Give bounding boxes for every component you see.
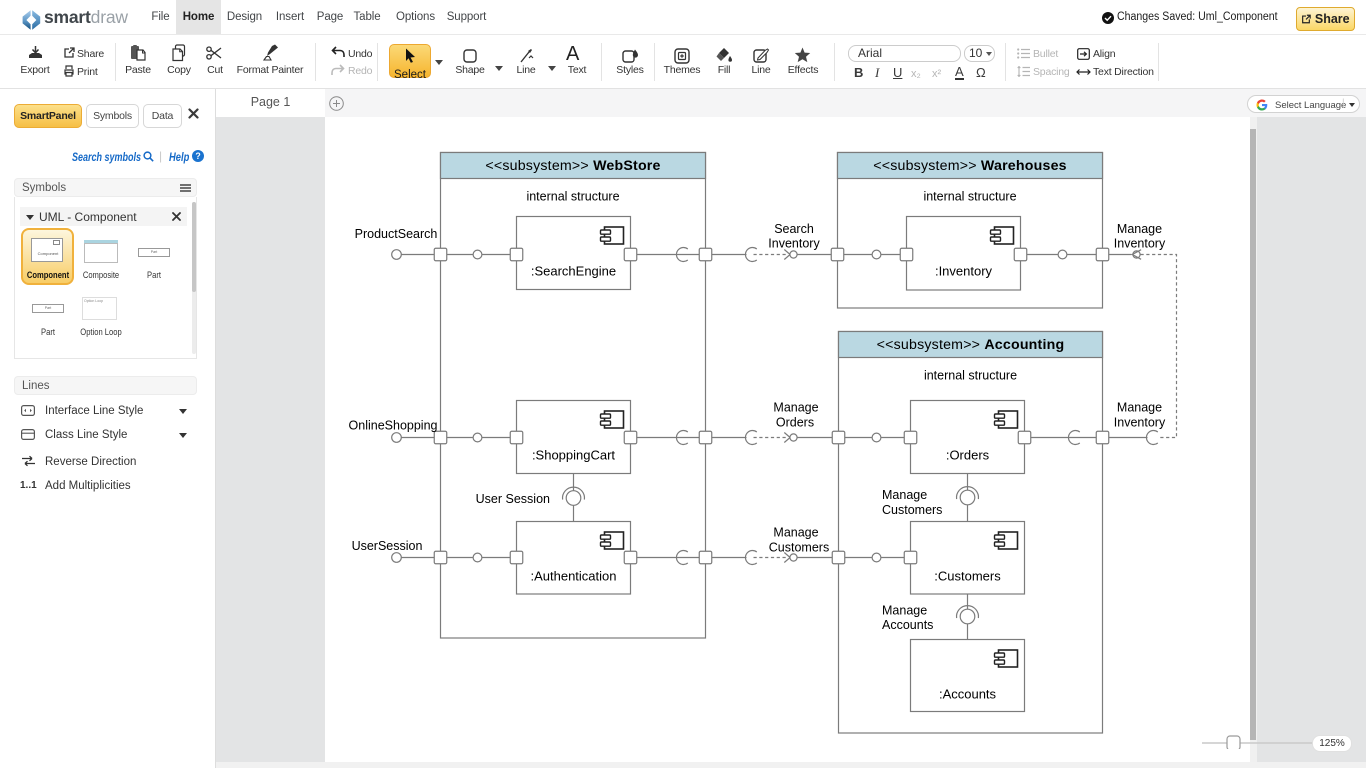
svg-text:UserSession: UserSession	[352, 539, 423, 553]
svg-text:OnlineShopping: OnlineShopping	[349, 419, 438, 433]
svg-text::SearchEngine: :SearchEngine	[531, 264, 616, 279]
svg-text:<<subsystem>> Accounting: <<subsystem>> Accounting	[877, 337, 1065, 353]
svg-text:Manage: Manage	[882, 488, 927, 502]
svg-text::Accounts: :Accounts	[939, 687, 997, 702]
svg-text:<<subsystem>> Warehouses: <<subsystem>> Warehouses	[873, 158, 1067, 174]
svg-text:Manage: Manage	[773, 526, 818, 540]
svg-text:Customers: Customers	[882, 503, 942, 517]
svg-text:Inventory: Inventory	[1114, 237, 1166, 251]
svg-text:Manage: Manage	[1117, 222, 1162, 236]
svg-text:Orders: Orders	[776, 416, 814, 430]
svg-text:internal structure: internal structure	[923, 190, 1016, 204]
svg-text:<<subsystem>> WebStore: <<subsystem>> WebStore	[485, 158, 660, 174]
svg-text:Manage: Manage	[1117, 401, 1162, 415]
svg-text:ProductSearch: ProductSearch	[355, 227, 438, 241]
svg-text::Authentication: :Authentication	[530, 569, 616, 584]
svg-text::ShoppingCart: :ShoppingCart	[532, 448, 615, 463]
svg-text:internal structure: internal structure	[526, 190, 619, 204]
svg-text:Inventory: Inventory	[1114, 416, 1166, 430]
svg-text:Manage: Manage	[773, 401, 818, 415]
svg-text::Customers: :Customers	[934, 569, 1001, 584]
svg-text:Customers: Customers	[769, 541, 829, 555]
svg-text::Orders: :Orders	[946, 448, 990, 463]
svg-text::Inventory: :Inventory	[935, 264, 993, 279]
svg-text:Inventory: Inventory	[768, 237, 820, 251]
svg-text:Manage: Manage	[882, 604, 927, 618]
svg-text:User Session: User Session	[476, 492, 550, 506]
svg-text:Search: Search	[774, 222, 814, 236]
svg-text:internal structure: internal structure	[924, 369, 1017, 383]
svg-text:Accounts: Accounts	[882, 618, 933, 632]
